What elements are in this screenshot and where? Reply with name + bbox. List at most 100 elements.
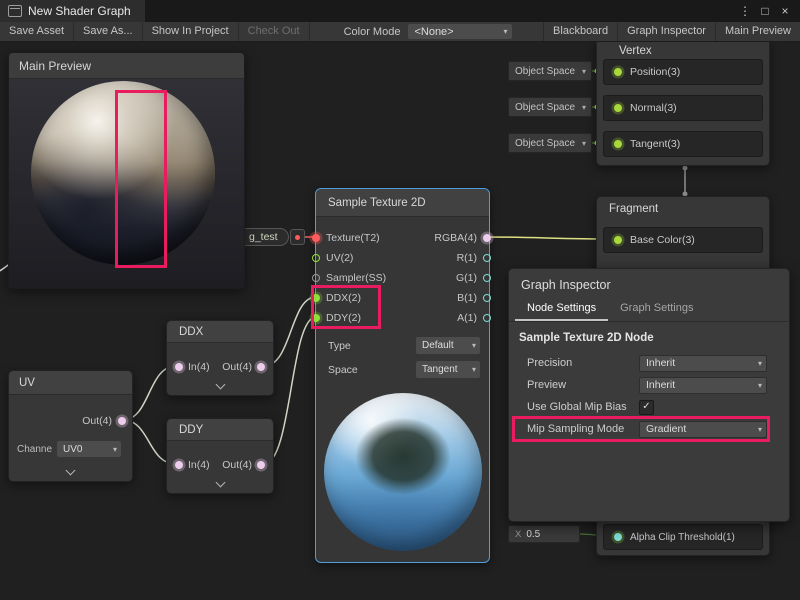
b-output-port[interactable] [483,294,491,302]
alpha-clip-default-field[interactable]: X 0.5 [508,525,580,543]
ddy-out-group[interactable]: Out(4) [222,459,265,471]
preview-dropdown[interactable]: Inherit ▾ [639,377,767,394]
ddx-node[interactable]: DDX In(4) Out(4) [166,320,274,396]
ddx-in-label: In(4) [188,361,210,373]
g-output-label: G(1) [456,272,477,284]
blackboard-toggle-button[interactable]: Blackboard [543,22,617,41]
graph-canvas[interactable]: Object Space ▾ Object Space ▾ Object Spa… [0,42,800,600]
rgba-output-port[interactable] [483,234,491,242]
close-icon[interactable]: × [776,0,794,22]
ddy-in-group[interactable]: In(4) [175,459,210,471]
ddy-in-port[interactable] [175,461,183,469]
shader-graph-tab[interactable]: New Shader Graph [0,0,145,22]
mip-sampling-mode-dropdown[interactable]: Gradient ▾ [639,421,767,438]
ddy-input-port[interactable] [312,314,320,322]
gtest-property-node[interactable]: g_test [238,228,289,246]
ddx-collapse-button[interactable] [213,381,227,391]
save-as-button[interactable]: Save As... [74,22,143,41]
sampler-input-row[interactable]: Sampler(SS) [312,270,386,286]
main-preview-panel[interactable]: Main Preview [8,52,245,289]
ddx-input-port[interactable] [312,294,320,302]
g-output-port[interactable] [483,274,491,282]
vertex-node[interactable]: Vertex Position(3) Normal(3) Tangent(3) [596,42,770,166]
vertex-row-normal[interactable]: Normal(3) [603,95,763,121]
normal-space-dropdown[interactable]: Object Space ▾ [508,97,592,117]
b-output-label: B(1) [457,292,477,304]
tab-graph-settings[interactable]: Graph Settings [608,298,705,321]
position-space-dropdown[interactable]: Object Space ▾ [508,61,592,81]
space-dropdown[interactable]: Tangent ▾ [416,361,480,378]
sampler-input-port[interactable] [312,274,320,282]
vertex-row-tangent[interactable]: Tangent(3) [603,131,763,157]
ddy-out-port[interactable] [257,461,265,469]
ddy-in-label: In(4) [188,459,210,471]
main-preview-header[interactable]: Main Preview [9,53,244,79]
texture-input-port[interactable] [312,234,320,242]
a-output-row[interactable]: A(1) [457,310,491,326]
b-output-row[interactable]: B(1) [457,290,491,306]
position-port[interactable] [614,68,622,76]
uv-out-port[interactable] [118,417,126,425]
gtest-output-port[interactable] [290,229,305,245]
ddy-input-row[interactable]: DDY(2) [312,310,361,326]
ddy-ports-row: In(4) Out(4) [169,453,271,477]
tangent-port[interactable] [614,140,622,148]
mip-bias-row: Use Global Mip Bias ✓ [517,396,781,418]
uv-input-row[interactable]: UV(2) [312,250,353,266]
g-output-row[interactable]: G(1) [456,270,491,286]
kebab-menu-icon[interactable]: ⋮ [736,0,754,22]
uv-node[interactable]: UV Out(4) Channe UV0 ▾ [8,370,133,482]
tangent-space-dropdown[interactable]: Object Space ▾ [508,133,592,153]
uv-channel-dropdown[interactable]: UV0 ▾ [57,441,121,457]
r-output-row[interactable]: R(1) [457,250,491,266]
show-in-project-button[interactable]: Show In Project [143,22,239,41]
maximize-icon[interactable]: □ [756,0,774,22]
rgba-output-row[interactable]: RGBA(4) [434,230,491,246]
use-global-mip-bias-checkbox[interactable]: ✓ [639,400,654,415]
ddx-out-group[interactable]: Out(4) [222,361,265,373]
ddx-out-port[interactable] [257,363,265,371]
uv-input-port[interactable] [312,254,320,262]
base-color-port[interactable] [614,236,622,244]
ddx-input-label: DDX(2) [326,292,361,304]
ddy-collapse-button[interactable] [213,479,227,489]
ddx-in-group[interactable]: In(4) [175,361,210,373]
vertex-row-position[interactable]: Position(3) [603,59,763,85]
ddx-in-port[interactable] [175,363,183,371]
type-dropdown[interactable]: Default ▾ [416,337,480,354]
uv-out-group[interactable]: Out(4) [82,413,126,429]
fragment-row-base-color[interactable]: Base Color(3) [603,227,763,253]
graph-inspector-panel[interactable]: Graph Inspector Node Settings Graph Sett… [508,268,790,522]
color-mode-dropdown[interactable]: <None> ▾ [408,24,512,39]
graph-inspector-toggle-button[interactable]: Graph Inspector [617,22,715,41]
r-output-label: R(1) [457,252,477,264]
ddy-node[interactable]: DDY In(4) Out(4) [166,418,274,494]
chevron-down-icon: ▾ [503,27,507,36]
window-titlebar: New Shader Graph ⋮ □ × [0,0,800,22]
r-output-port[interactable] [483,254,491,262]
preview-value: Inherit [646,379,675,391]
ddy-input-label: DDY(2) [326,312,361,324]
uv-collapse-button[interactable] [64,467,78,477]
texture-input-row[interactable]: Texture(T2) [312,230,380,246]
uv-channel-row: Channe UV0 ▾ [17,441,121,457]
float-x-label: X [515,529,521,540]
ddx-node-title: DDX [167,321,273,343]
normal-port[interactable] [614,104,622,112]
tab-node-settings[interactable]: Node Settings [515,298,608,321]
precision-dropdown[interactable]: Inherit ▾ [639,355,767,372]
sample-texture-2d-node[interactable]: Sample Texture 2D Texture(T2) UV(2) Samp… [315,188,490,563]
ddx-input-row[interactable]: DDX(2) [312,290,361,306]
window-controls: ⋮ □ × [736,0,800,22]
main-preview-toggle-button[interactable]: Main Preview [715,22,800,41]
float-x-value[interactable]: 0.5 [526,529,540,540]
alpha-clip-port[interactable] [614,533,622,541]
save-asset-button[interactable]: Save Asset [0,22,74,41]
sample-texture-node-title: Sample Texture 2D [316,189,489,217]
fragment-row-alpha-clip[interactable]: Alpha Clip Threshold(1) [603,524,763,550]
chevron-down-icon: ▾ [582,67,586,76]
position-space-value: Object Space [515,66,575,77]
a-output-port[interactable] [483,314,491,322]
chevron-down-icon: ▾ [582,139,586,148]
gtest-property-label: g_test [249,231,278,243]
